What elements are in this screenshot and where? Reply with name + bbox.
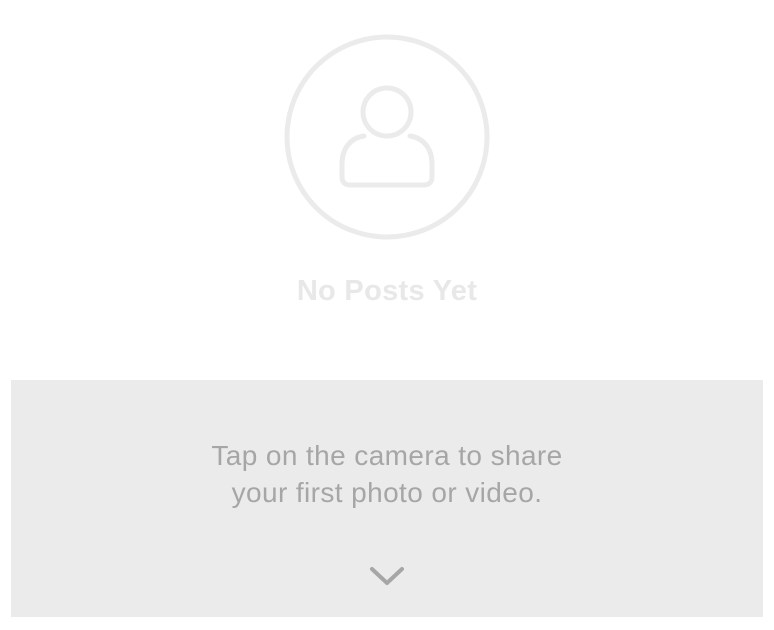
no-posts-title: No Posts Yet — [296, 275, 478, 307]
user-avatar-icon — [284, 34, 490, 240]
hint-line-2: your first photo or video. — [231, 477, 543, 508]
share-hint-text: Tap on the camera to share your first ph… — [11, 437, 763, 511]
share-hint-panel: Tap on the camera to share your first ph… — [11, 380, 763, 617]
chevron-down-icon[interactable] — [368, 564, 406, 588]
hint-line-1: Tap on the camera to share — [211, 440, 563, 471]
empty-profile-screen: { "empty_state": { "icon": "user-avatar-… — [0, 0, 774, 630]
